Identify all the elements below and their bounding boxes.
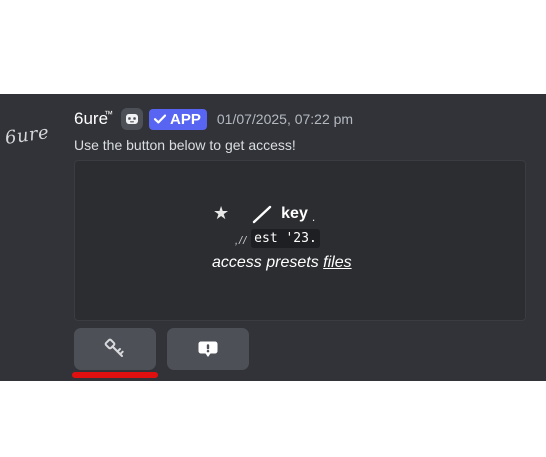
alert-button[interactable] — [167, 328, 249, 370]
key-button[interactable] — [74, 328, 156, 370]
message-panel: 6ure 6ure™ APP 01/07/2025, 07:22 pm Use … — [0, 94, 546, 381]
message-content: Use the button below to get access! — [74, 137, 296, 153]
username-text: 6ure — [74, 109, 109, 128]
red-highlight-underline — [72, 372, 158, 378]
app-badge: APP — [149, 108, 207, 130]
embed-access-row: access presets files — [212, 254, 352, 272]
bot-icon[interactable] — [121, 108, 144, 130]
embed: ★ key . ,// est '23. access presets file… — [74, 160, 526, 321]
access-text: access presets — [212, 254, 324, 271]
slashes-decoration: ,// — [235, 234, 248, 247]
alert-icon — [198, 341, 218, 357]
key-suffix: . — [311, 209, 316, 224]
message-header: 6ure™ APP 01/07/2025, 07:22 pm — [74, 107, 353, 131]
files-link[interactable]: files — [323, 254, 351, 271]
est-code: est '23. — [251, 229, 320, 248]
trademark-mark: ™ — [104, 109, 114, 120]
avatar-text: 6ure — [3, 121, 51, 149]
timestamp[interactable]: 01/07/2025, 07:22 pm — [217, 111, 353, 127]
star-icon: ★ — [213, 203, 230, 223]
avatar[interactable]: 6ure — [1, 112, 52, 158]
embed-est-row: ,// est '23. — [235, 229, 320, 248]
checkmark-icon — [153, 114, 167, 124]
key-label: key — [281, 204, 308, 222]
embed-title-row: ★ key . — [213, 203, 315, 224]
app-badge-label: APP — [170, 110, 201, 128]
key-icon — [104, 338, 124, 357]
username[interactable]: 6ure™ — [74, 109, 113, 129]
slash-mark-icon — [252, 205, 272, 223]
